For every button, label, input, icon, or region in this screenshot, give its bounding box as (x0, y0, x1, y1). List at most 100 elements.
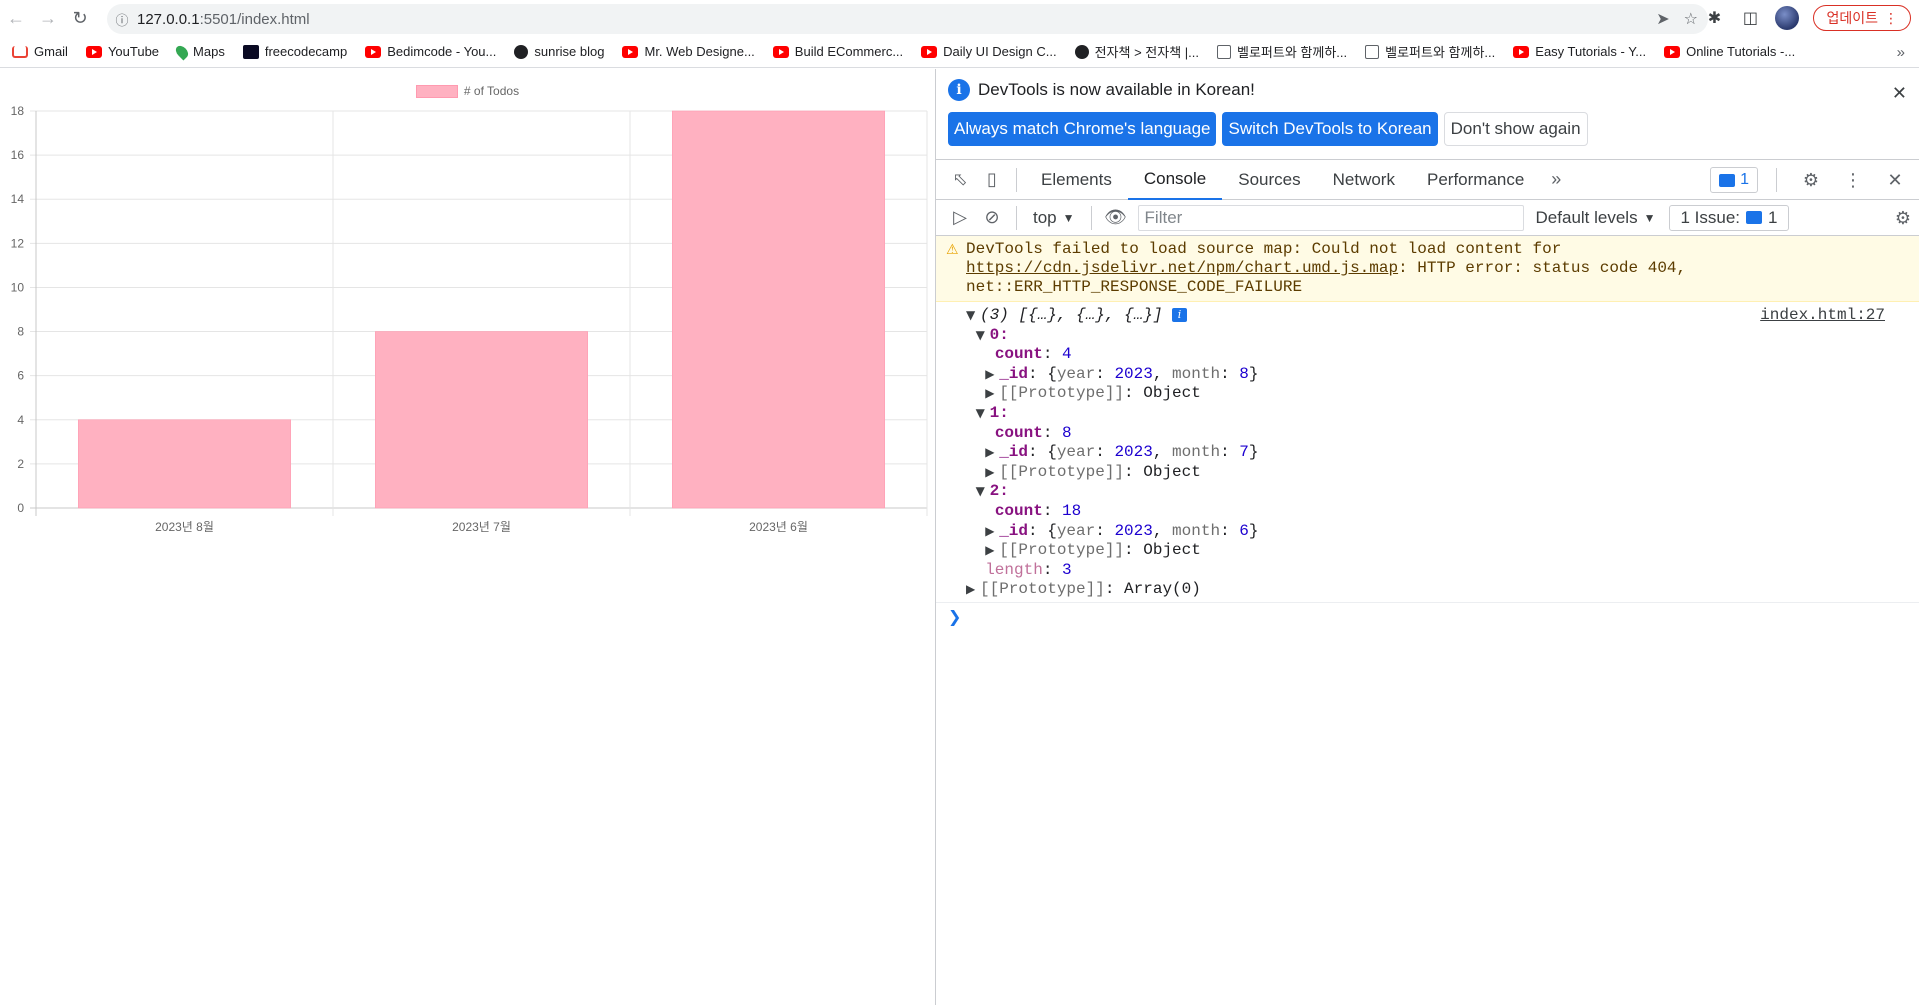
expand-triangle-icon[interactable]: ▶ (985, 443, 999, 463)
bookmark-item[interactable]: Online Tutorials -... (1664, 44, 1795, 59)
forward-icon[interactable]: → (32, 2, 64, 34)
y-tick-label: 6 (17, 369, 24, 383)
bookmark-item[interactable]: sunrise blog (514, 44, 604, 59)
collapse-triangle-icon[interactable]: ▼ (976, 326, 990, 346)
bar[interactable] (78, 419, 291, 509)
y-tick-label: 0 (17, 501, 24, 515)
update-button[interactable]: 업데이트 ⋮ (1813, 5, 1911, 31)
send-icon[interactable]: ➤ (1656, 9, 1669, 29)
profile-avatar[interactable] (1775, 6, 1800, 30)
tab-performance[interactable]: Performance (1411, 160, 1540, 200)
book-icon (1365, 44, 1380, 59)
bookmark-item[interactable]: Maps (173, 43, 225, 60)
match-language-button[interactable]: Always match Chrome's language (948, 112, 1217, 146)
tab-console[interactable]: Console (1127, 160, 1223, 200)
site-info-icon[interactable]: ⓘ (107, 10, 137, 29)
bookmark-item[interactable]: Daily UI Design C... (921, 44, 1057, 59)
more-options-icon[interactable]: ⋮ (1837, 160, 1869, 200)
bookmark-item[interactable]: Bedimcode - You... (365, 44, 496, 59)
switch-language-button[interactable]: Switch DevTools to Korean (1222, 112, 1438, 146)
close-devtools-icon[interactable]: ✕ (1879, 160, 1911, 200)
settings-gear-icon[interactable]: ⚙ (1795, 160, 1827, 200)
console-output: ⚠ DevTools failed to load source map: Co… (936, 236, 1919, 630)
devtools-panel: i DevTools is now available in Korean! A… (936, 69, 1919, 1005)
bookmark-item[interactable]: Gmail (12, 44, 68, 59)
y-tick-label: 14 (11, 192, 25, 206)
chart-legend[interactable]: # of Todos (0, 84, 935, 98)
item-count: 18 (1062, 501, 1082, 520)
more-bookmarks-icon[interactable]: » (1897, 36, 1905, 68)
expand-triangle-icon[interactable]: ▶ (985, 522, 999, 542)
banner-close-icon[interactable]: ✕ (1892, 83, 1907, 104)
more-tabs-icon[interactable]: » (1540, 160, 1572, 200)
item-year: 2023 (1114, 521, 1153, 540)
x-tick-label: 2023년 8월 (155, 520, 214, 534)
address-bar[interactable]: ⓘ 127.0.0.1:5501/index.html ➤ ☆ (107, 4, 1708, 34)
bookmark-item[interactable]: 전자책 > 전자책 |... (1074, 42, 1199, 61)
issues-badge[interactable]: 1 (1710, 167, 1758, 193)
bookmark-item[interactable]: 벨로퍼트와 함께하... (1365, 42, 1495, 61)
tab-sources[interactable]: Sources (1222, 160, 1316, 200)
console-prompt[interactable]: ❯ (936, 603, 1919, 630)
console-warning: ⚠ DevTools failed to load source map: Co… (936, 236, 1919, 302)
item-month: 8 (1239, 364, 1249, 383)
expand-triangle-icon[interactable]: ▶ (985, 541, 999, 561)
message-icon (1719, 173, 1736, 187)
maps-icon (173, 43, 191, 60)
bookmark-label: 벨로퍼트와 함께하... (1385, 45, 1496, 60)
expand-triangle-icon[interactable]: ▶ (985, 384, 999, 404)
bar[interactable] (375, 331, 588, 509)
context-selector[interactable]: top ▼ (1025, 208, 1083, 228)
filter-input[interactable]: Filter (1137, 204, 1524, 231)
bookmark-item[interactable]: freecodecamp (242, 44, 347, 59)
expand-triangle-icon[interactable]: ▶ (985, 365, 999, 385)
expand-triangle-icon[interactable]: ▶ (985, 463, 999, 483)
bar[interactable] (672, 110, 885, 509)
array-summary[interactable]: (3) [{…}, {…}, {…}] (980, 306, 1162, 324)
bookmark-label: Daily UI Design C... (943, 44, 1057, 59)
reload-icon[interactable]: ↻ (64, 2, 96, 34)
side-panel-icon[interactable]: ◫ (1739, 7, 1761, 29)
message-icon (1746, 211, 1763, 224)
clear-console-icon[interactable]: ⊘ (976, 200, 1008, 236)
collapse-triangle-icon[interactable]: ▼ (976, 404, 990, 424)
info-icon: i (948, 79, 970, 101)
source-map-link[interactable]: https://cdn.jsdelivr.net/npm/chart.umd.j… (966, 259, 1398, 277)
toolbar-separator (1016, 205, 1017, 230)
console-settings-icon[interactable]: ⚙ (1895, 200, 1911, 236)
device-toolbar-icon[interactable]: ▯ (976, 160, 1008, 200)
bookmark-item[interactable]: YouTube (85, 44, 159, 59)
bookmark-item[interactable]: Easy Tutorials - Y... (1513, 44, 1646, 59)
y-tick-label: 12 (11, 236, 25, 250)
bookmark-label: Build ECommerc... (794, 44, 904, 59)
collapse-triangle-icon[interactable]: ▼ (966, 306, 980, 326)
globe-icon (514, 44, 529, 59)
bookmark-item[interactable]: 벨로퍼트와 함께하... (1217, 42, 1347, 61)
x-tick-label: 2023년 6월 (749, 520, 808, 534)
live-expression-eye-icon[interactable]: 👁 (1100, 200, 1132, 236)
bookmark-star-icon[interactable]: ☆ (1684, 9, 1698, 29)
sidebar-toggle-icon[interactable]: ▷ (944, 200, 976, 236)
log-source-link[interactable]: index.html:27 (1760, 306, 1885, 326)
tab-network[interactable]: Network (1317, 160, 1411, 200)
inspect-element-icon[interactable]: ⬁ (944, 160, 976, 200)
bookmark-item[interactable]: Mr. Web Designe... (622, 44, 755, 59)
youtube-icon (921, 45, 938, 58)
bookmark-label: Gmail (34, 44, 68, 59)
expand-triangle-icon[interactable]: ▶ (966, 580, 980, 600)
youtube-icon (365, 45, 382, 58)
dont-show-again-button[interactable]: Don't show again (1443, 112, 1588, 146)
back-icon[interactable]: ← (0, 2, 32, 34)
y-tick-label: 18 (11, 104, 25, 118)
url-text: 127.0.0.1:5501/index.html (137, 10, 310, 28)
bookmark-item[interactable]: Build ECommerc... (772, 44, 904, 59)
y-tick-label: 4 (17, 413, 24, 427)
youtube-icon (772, 45, 789, 58)
extensions-icon[interactable]: ✱ (1703, 7, 1725, 29)
log-levels-dropdown[interactable]: Default levels ▼ (1536, 208, 1656, 228)
item-year: 2023 (1114, 364, 1153, 383)
tab-elements[interactable]: Elements (1025, 160, 1128, 200)
issues-counter[interactable]: 1 Issue: 1 (1669, 204, 1789, 231)
banner-message: DevTools is now available in Korean! (978, 80, 1255, 99)
collapse-triangle-icon[interactable]: ▼ (976, 482, 990, 502)
